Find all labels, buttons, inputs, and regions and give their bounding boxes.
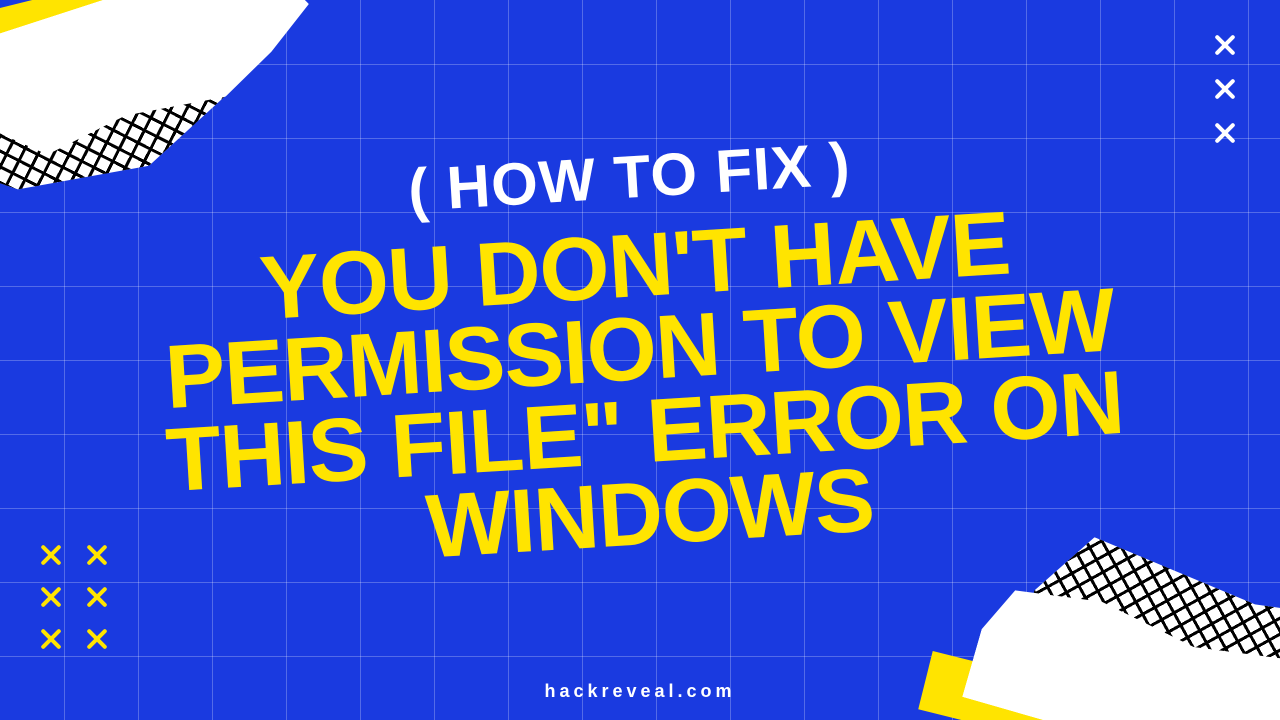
x-icon: [1214, 122, 1236, 144]
headline-block: ( HOW TO FIX ) YOU DON'T HAVE PERMISSION…: [108, 116, 1171, 588]
x-icon: [1214, 78, 1236, 100]
x-marks-top-right: [1214, 34, 1236, 144]
thumbnail-canvas: ( HOW TO FIX ) YOU DON'T HAVE PERMISSION…: [0, 0, 1280, 720]
x-icon: [40, 628, 62, 650]
title-text: YOU DON'T HAVE PERMISSION TO VIEW THIS F…: [113, 194, 1171, 588]
x-marks-bottom-left: [40, 544, 108, 650]
x-icon: [86, 628, 108, 650]
x-icon: [86, 544, 108, 566]
x-icon: [86, 586, 108, 608]
x-icon: [1214, 34, 1236, 56]
x-icon: [40, 586, 62, 608]
x-icon: [40, 544, 62, 566]
footer-credit: hackreveal.com: [0, 681, 1280, 702]
